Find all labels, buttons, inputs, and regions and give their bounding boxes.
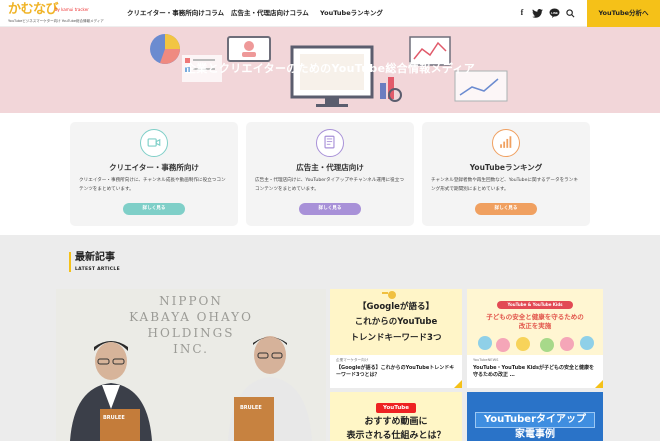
- logo-tagline: YouTubeビジネスマーケター向け YouTube総合情報メディア: [8, 19, 104, 23]
- thumbnail-tag: YouTube: [376, 403, 416, 413]
- site-logo[interactable]: かむなび by kamui tracker YouTubeビジネスマーケター向け…: [8, 2, 104, 25]
- section-title: 最新記事: [75, 252, 115, 263]
- category-cards: クリエイター・事務所向け クリエイター・事務所向けに、チャンネル成長や動画制作に…: [0, 113, 660, 235]
- children-illustration: [478, 336, 594, 352]
- section-accent-bar: [69, 252, 71, 272]
- thumbnail-text: 家電事例: [515, 429, 555, 440]
- video-camera-icon: [140, 129, 168, 157]
- thumbnail-text: 【Googleが語る】: [358, 302, 434, 312]
- card-description: クリエイター・事務所向けに、チャンネル成長や動画制作に役立つコンテンツをまとめて…: [79, 178, 226, 192]
- article-thumbnail[interactable]: YouTuberタイアップ 家電事例: [467, 392, 603, 441]
- product-box-label: BRULEE: [103, 415, 125, 421]
- card-advertiser[interactable]: 広告主・代理店向け 広告主・代理店向けに、YouTuberタイアップやチャンネル…: [246, 122, 414, 226]
- article-category: YouTubeNEWS: [473, 358, 499, 362]
- corner-marker: [595, 380, 603, 388]
- card-more-button[interactable]: 詳しく見る: [123, 203, 185, 215]
- article-caption[interactable]: 企業マーケター向け 【Googleが語る】これからのYouTubeトレンドキーワ…: [330, 355, 462, 388]
- card-title: 広告主・代理店向け: [296, 163, 364, 172]
- thumbnail-text: これからのYouTube: [354, 317, 438, 327]
- logo-by-text: by kamui tracker: [55, 7, 89, 12]
- article-caption[interactable]: YouTubeNEWS YouTube・YouTube Kidsが子どもの安全と…: [467, 355, 603, 388]
- thumbnail-text: おすすめ動画に: [364, 417, 428, 427]
- document-icon: [316, 129, 344, 157]
- line-icon[interactable]: LINE: [549, 8, 560, 18]
- youtube-analysis-button[interactable]: YouTube分析へ: [587, 0, 660, 27]
- card-description: 広告主・代理店向けに、YouTuberタイアップやチャンネル運用に役立つコンテン…: [255, 178, 404, 192]
- card-more-button[interactable]: 詳しく見る: [475, 203, 537, 215]
- section-subtitle: LATEST ARTICLE: [75, 267, 120, 272]
- article-title: YouTube・YouTube Kidsが子どもの安全と健康を守るための改正 …: [473, 365, 594, 378]
- thumbnail-text: YouTuberタイアップ: [475, 412, 595, 428]
- featured-article[interactable]: NIPPON KABAYA OHAYO HOLDINGS INC. BRULEE…: [56, 289, 326, 441]
- card-ranking[interactable]: YouTubeランキング チャンネル登録者数や再生回数など、YouTubeに関す…: [422, 122, 590, 226]
- facebook-icon[interactable]: f: [516, 7, 528, 19]
- card-description: チャンネル登録者数や再生回数など、YouTubeに関するデータをランキング形式で…: [431, 178, 578, 192]
- twitter-icon[interactable]: [532, 9, 543, 18]
- card-more-button[interactable]: 詳しく見る: [299, 203, 361, 215]
- product-box-label: BRULEE: [240, 405, 262, 411]
- signal-icon: [492, 129, 520, 157]
- card-title: クリエイター・事務所向け: [109, 163, 199, 172]
- nav-advertiser-column[interactable]: 広告主・代理店向けコラム: [231, 9, 309, 18]
- corner-marker: [454, 380, 462, 388]
- card-creator[interactable]: クリエイター・事務所向け クリエイター・事務所向けに、チャンネル成長や動画制作に…: [70, 122, 238, 226]
- article-title: 【Googleが語る】これからのYouTubeトレンドキーワード3つとは？: [336, 365, 455, 378]
- card-title: YouTubeランキング: [469, 163, 543, 172]
- article-thumbnail[interactable]: YouTube おすすめ動画に 表示される仕組みとは？: [330, 392, 462, 441]
- svg-text:LINE: LINE: [551, 11, 558, 15]
- search-icon[interactable]: [566, 9, 575, 18]
- article-thumbnail[interactable]: YouTube & YouTube Kids 子どもの安全と健康を守るための 改…: [467, 289, 603, 355]
- featured-photo-people: [70, 336, 312, 441]
- nav-creator-column[interactable]: クリエイター・事務所向けコラム: [127, 9, 224, 18]
- article-thumbnail[interactable]: 【Googleが語る】 これからのYouTube トレンドキーワード3つ: [330, 289, 462, 355]
- thumbnail-text: 表示される仕組みとは？: [346, 431, 446, 441]
- logo-text: かむなび: [8, 2, 59, 17]
- site-header: かむなび by kamui tracker YouTubeビジネスマーケター向け…: [0, 0, 660, 27]
- thumbnail-text: トレンドキーワード3つ: [350, 333, 442, 343]
- hero-banner: 企業とクリエイターのためのYouTube総合情報メディア: [0, 27, 660, 113]
- nav-youtube-ranking[interactable]: YouTubeランキング: [320, 9, 383, 18]
- article-category: 企業マーケター向け: [336, 358, 369, 362]
- hero-title: 企業とクリエイターのためのYouTube総合情報メディア: [185, 62, 475, 75]
